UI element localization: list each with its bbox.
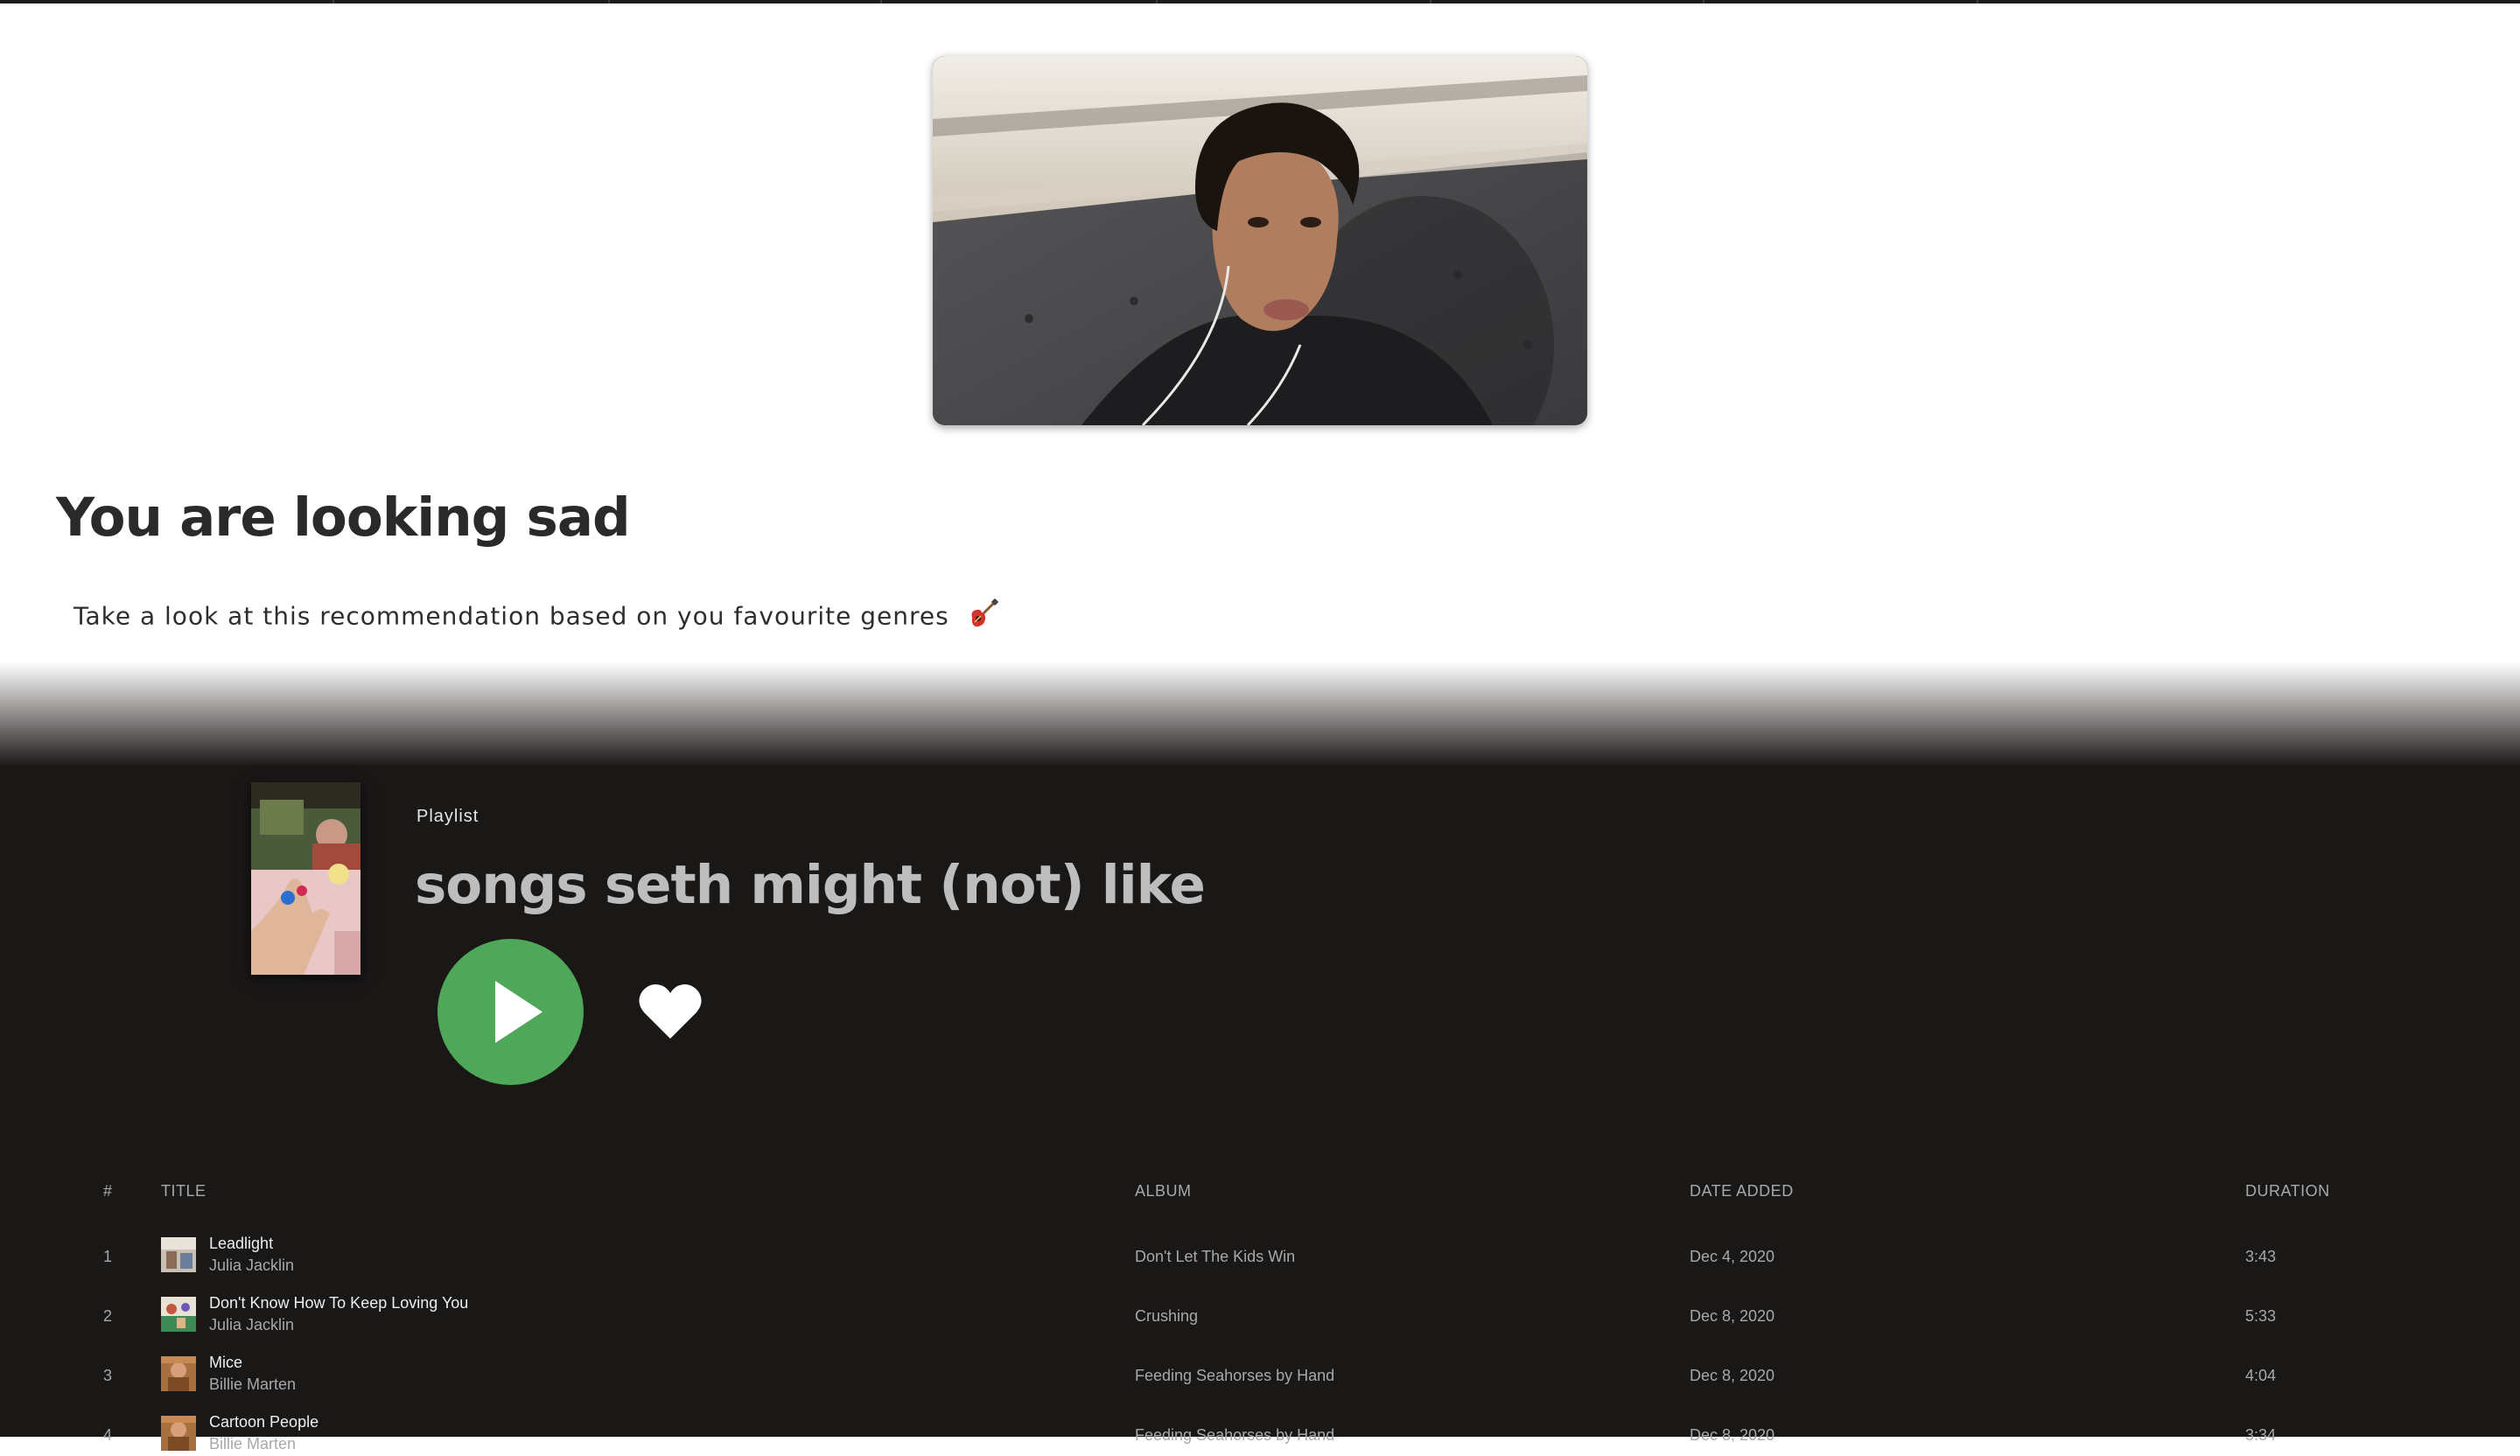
track-album[interactable]: Don't Let The Kids Win — [1135, 1248, 1295, 1266]
track-album[interactable]: Feeding Seahorses by Hand — [1135, 1367, 1334, 1385]
track-thumbnail — [161, 1297, 196, 1332]
column-header-album[interactable]: ALBUM — [1135, 1182, 1192, 1200]
track-row[interactable]: 2 Don't Know How To Keep Loving You Juli… — [0, 1279, 2520, 1337]
track-number: 4 — [103, 1426, 113, 1444]
top-border-segment — [332, 0, 334, 4]
track-row[interactable]: 3 Mice Billie Marten Feeding Seahorses b… — [0, 1339, 2520, 1396]
track-thumbnail — [161, 1356, 196, 1391]
play-button[interactable] — [438, 939, 584, 1085]
track-artist[interactable]: Billie Marten — [209, 1376, 296, 1394]
track-thumbnail — [161, 1237, 196, 1272]
webcam-image — [933, 56, 1587, 425]
guitar-icon — [967, 598, 998, 636]
track-title[interactable]: Cartoon People — [209, 1413, 318, 1432]
top-border-segment — [608, 0, 610, 4]
track-row[interactable]: 4 Cartoon People Billie Marten Feeding S… — [0, 1398, 2520, 1456]
track-date-added: Dec 8, 2020 — [1690, 1426, 1775, 1444]
track-title[interactable]: Leadlight — [209, 1235, 273, 1253]
column-header-number: # — [103, 1182, 113, 1200]
recommendation-text: Take a look at this recommendation based… — [74, 601, 949, 631]
recommendation-subtext: Take a look at this recommendation based… — [74, 598, 998, 636]
track-album[interactable]: Feeding Seahorses by Hand — [1135, 1426, 1334, 1445]
column-header-duration[interactable]: DURATION — [2245, 1182, 2330, 1200]
top-border-segment — [1703, 0, 1704, 4]
track-row[interactable]: 1 Leadlight Julia Jacklin Don't Let The … — [0, 1220, 2520, 1278]
track-album[interactable]: Crushing — [1135, 1307, 1198, 1326]
track-thumbnail — [161, 1416, 196, 1451]
track-title[interactable]: Mice — [209, 1354, 242, 1372]
top-border-segment — [1430, 0, 1432, 4]
playlist-cover[interactable] — [251, 782, 360, 975]
top-border — [0, 0, 2520, 4]
top-border-segment — [1156, 0, 1158, 4]
webcam-feed — [933, 56, 1587, 425]
track-artist[interactable]: Julia Jacklin — [209, 1316, 294, 1334]
track-number: 2 — [103, 1307, 113, 1325]
track-title[interactable]: Don't Know How To Keep Loving You — [209, 1294, 468, 1312]
playlist-type-label: Playlist — [416, 807, 480, 826]
track-date-added: Dec 8, 2020 — [1690, 1367, 1775, 1384]
track-number: 3 — [103, 1367, 113, 1384]
heart-icon — [639, 984, 702, 1039]
playlist-title: songs seth might (not) like — [415, 854, 1206, 916]
emotion-heading: You are looking sad — [56, 486, 631, 549]
track-duration: 3:43 — [2245, 1248, 2277, 1265]
play-icon — [495, 981, 542, 1043]
track-artist[interactable]: Julia Jacklin — [209, 1256, 294, 1275]
track-duration: 3:34 — [2245, 1426, 2277, 1444]
player-fade — [0, 662, 2520, 766]
top-border-segment — [880, 0, 882, 4]
column-header-date-added[interactable]: DATE ADDED — [1690, 1182, 1794, 1200]
top-border-segment — [1977, 0, 1978, 4]
track-number: 1 — [103, 1248, 113, 1265]
track-artist[interactable]: Billie Marten — [209, 1435, 296, 1453]
track-date-added: Dec 4, 2020 — [1690, 1248, 1775, 1265]
column-header-title[interactable]: TITLE — [161, 1182, 206, 1200]
track-duration: 4:04 — [2245, 1367, 2277, 1384]
track-duration: 5:33 — [2245, 1307, 2277, 1325]
like-button[interactable] — [635, 977, 705, 1047]
track-date-added: Dec 8, 2020 — [1690, 1307, 1775, 1325]
playlist-player: Playlist songs seth might (not) like # T… — [0, 766, 2520, 1452]
